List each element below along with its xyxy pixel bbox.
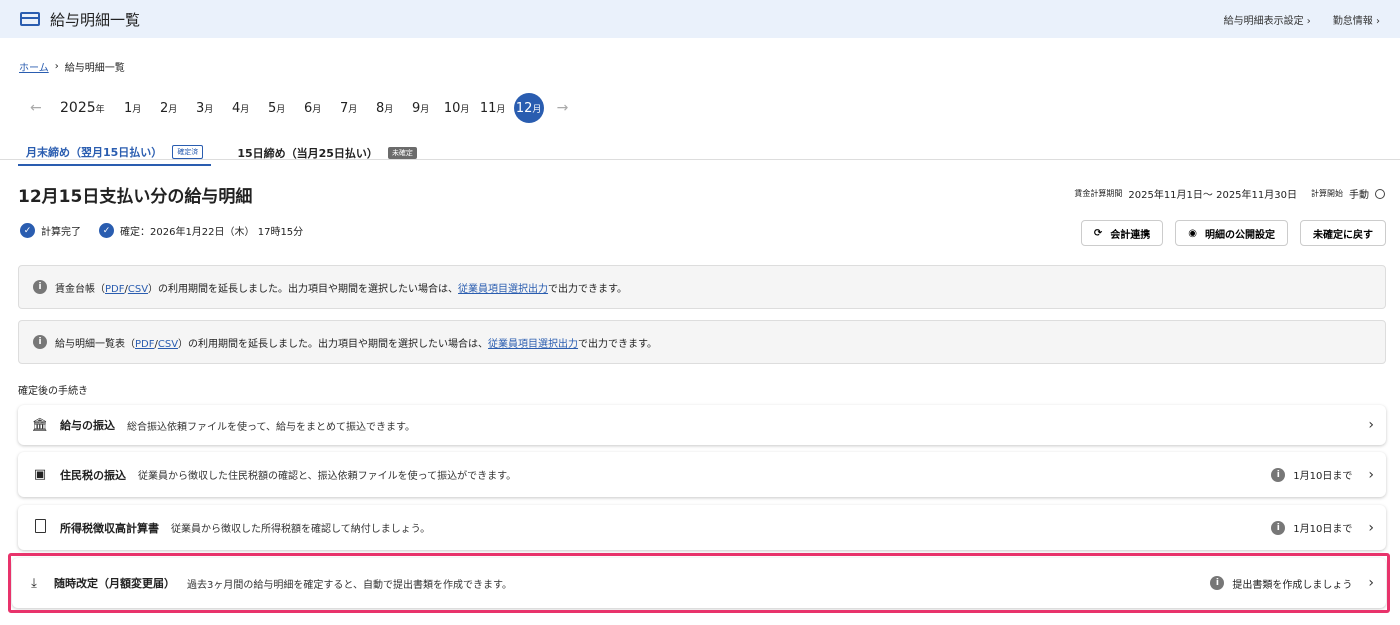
status-badge-unconfirmed: 未確定 [387,147,417,159]
csv-link[interactable]: CSV [128,284,148,295]
accounting-sync-button[interactable]: ⟳ 会計連携 [1080,220,1164,246]
procedure-salary-revision[interactable]: ⤓ 随時改定（月額変更届） 過去3ヶ月間の給与明細を確定すると、自動で提出書類を… [12,558,1386,608]
info-icon: i [33,335,47,349]
sync-icon: ⟳ [1093,227,1103,239]
month-1[interactable]: 1月 [115,101,151,116]
csv-link[interactable]: CSV [158,339,178,350]
notice-wage-ledger: i 賃金台帳（PDF/CSV）の利用期間を延長しました。出力項目や期間を選択した… [18,265,1386,309]
header-links: 給与明細表示設定 › 勤怠情報 › [1224,12,1380,27]
action-buttons: ⟳ 会計連携 ◉ 明細の公開設定 未確定に戻す [1080,220,1386,246]
prev-arrow-icon[interactable]: ← [30,100,50,116]
check-circle-icon: ✓ [20,223,35,238]
employee-export-link[interactable]: 従業員項目選択出力 [488,339,578,350]
section-label: 確定後の手続き [18,386,88,397]
status-row: ✓ 計算完了 ✓ 確定：2026年1月22日（木） 17時15分 [20,223,303,238]
info-icon: i [1210,576,1225,590]
info-icon: i [1271,467,1286,482]
month-11[interactable]: 11月 [475,101,511,116]
tab-15th[interactable]: 15日締め（当月25日払い） 未確定 [229,140,425,166]
info-icon: i [1271,520,1286,535]
breadcrumb-current: 給与明細一覧 [64,63,125,74]
calc-period: 賃金計算期間 2025年11月1日～ 2025年11月30日 計算開始 手動 [1074,186,1385,201]
info-icon: i [33,280,47,294]
year-label: 2025年 [60,100,105,116]
download-icon: ⤓ [31,575,37,591]
wallet-icon: ▣ [33,467,47,482]
publish-settings-button[interactable]: ◉ 明細の公開設定 [1175,220,1288,246]
page-title: 12月15日支払い分の給与明細 [18,187,253,207]
bank-icon: 🏛 [31,417,49,433]
page-header-title: 給与明細一覧 [50,10,141,29]
attendance-info-link[interactable]: 勤怠情報 › [1333,12,1380,27]
month-9[interactable]: 9月 [403,101,439,116]
chevron-right-icon: › [1368,417,1374,433]
chevron-right-icon: › [54,61,59,72]
month-4[interactable]: 4月 [223,101,259,116]
breadcrumb-home-link[interactable]: ホーム [19,59,49,74]
payslip-display-settings-link[interactable]: 給与明細表示設定 › [1224,12,1311,27]
status-badge-confirmed: 確定済 [172,145,204,159]
chevron-right-icon: › [1368,466,1374,483]
eye-icon: ◉ [1188,227,1197,239]
procedure-income-tax[interactable]: 所得税徴収高計算書 従業員から徴収した所得税額を確認して納付しましょう。 i 1… [18,505,1386,550]
month-selector: ← 2025年 1月 2月 3月 4月 5月 6月 7月 8月 9月 10月 1… [30,93,577,123]
tab-month-end[interactable]: 月末締め（翌月15日払い） 確定済 [18,140,212,166]
month-6[interactable]: 6月 [295,101,331,116]
employee-export-link[interactable]: 従業員項目選択出力 [458,284,548,295]
document-icon [34,518,46,533]
pdf-link[interactable]: PDF [135,339,154,350]
clock-icon [1375,188,1385,199]
top-bar: 給与明細一覧 給与明細表示設定 › 勤怠情報 › [0,0,1400,38]
month-7[interactable]: 7月 [331,101,367,116]
revert-unconfirmed-button[interactable]: 未確定に戻す [1300,220,1386,246]
notice-payslip-list: i 給与明細一覧表（PDF/CSV）の利用期間を延長しました。出力項目や期間を選… [18,320,1386,364]
month-8[interactable]: 8月 [367,101,403,116]
month-2[interactable]: 2月 [151,101,187,116]
breadcrumb: ホーム › 給与明細一覧 [19,59,125,74]
closing-tabs: 月末締め（翌月15日払い） 確定済 15日締め（当月25日払い） 未確定 [18,140,425,166]
month-3[interactable]: 3月 [187,101,223,116]
tab-divider [0,159,1400,160]
chevron-right-icon: › [1368,575,1374,591]
month-5[interactable]: 5月 [259,101,295,116]
procedure-salary-transfer[interactable]: 🏛 給与の振込 総合振込依頼ファイルを使って、給与をまとめて振込できます。 › [18,405,1386,445]
credit-card-icon [20,12,40,26]
month-12-active[interactable]: 12 月 [513,93,544,123]
pdf-link[interactable]: PDF [105,284,124,295]
procedure-resident-tax[interactable]: ▣ 住民税の振込 従業員から徴収した住民税額の確認と、振込依頼ファイルを使って振… [18,452,1386,497]
check-circle-icon: ✓ [99,223,114,238]
next-arrow-icon[interactable]: → [557,100,577,116]
chevron-right-icon: › [1368,519,1374,536]
month-10[interactable]: 10月 [439,101,475,116]
